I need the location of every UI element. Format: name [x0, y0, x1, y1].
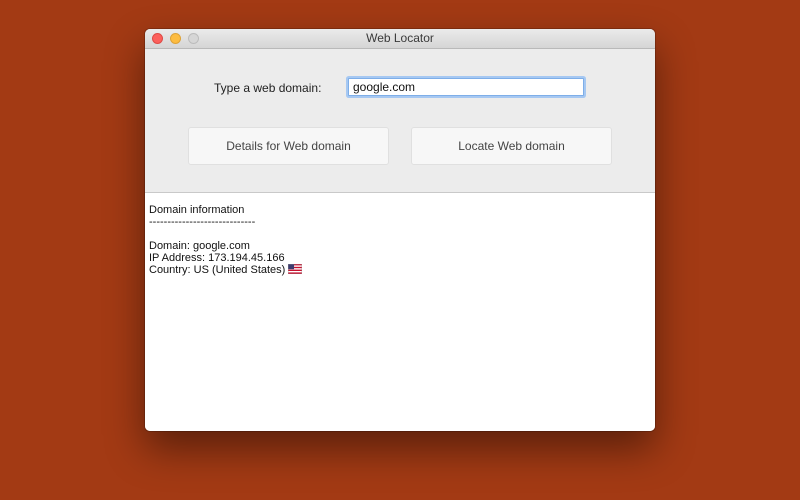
output-heading: Domain information — [149, 204, 245, 216]
output-domain: Domain: google.com — [149, 240, 250, 252]
title-bar[interactable]: Web Locator — [145, 29, 655, 49]
output-ip-address: IP Address: 173.194.45.166 — [149, 252, 285, 264]
domain-form: Type a web domain: Details for Web domai… — [145, 49, 655, 193]
output-country-row: Country: US (United States) — [149, 264, 303, 276]
domain-input[interactable] — [348, 78, 584, 96]
us-flag-icon — [288, 264, 303, 274]
app-window: Web Locator Type a web domain: Details f… — [145, 29, 655, 431]
output-blank-line — [149, 228, 302, 240]
domain-label: Type a web domain: — [214, 81, 322, 95]
output-separator: ----------------------------- — [149, 216, 256, 228]
output-text: Domain information ---------------------… — [149, 204, 303, 276]
output-country: Country: US (United States) — [149, 264, 286, 276]
details-button[interactable]: Details for Web domain — [188, 127, 389, 165]
domain-info-output: Domain information ---------------------… — [145, 193, 655, 431]
window-title: Web Locator — [366, 31, 434, 45]
locate-button[interactable]: Locate Web domain — [411, 127, 612, 165]
